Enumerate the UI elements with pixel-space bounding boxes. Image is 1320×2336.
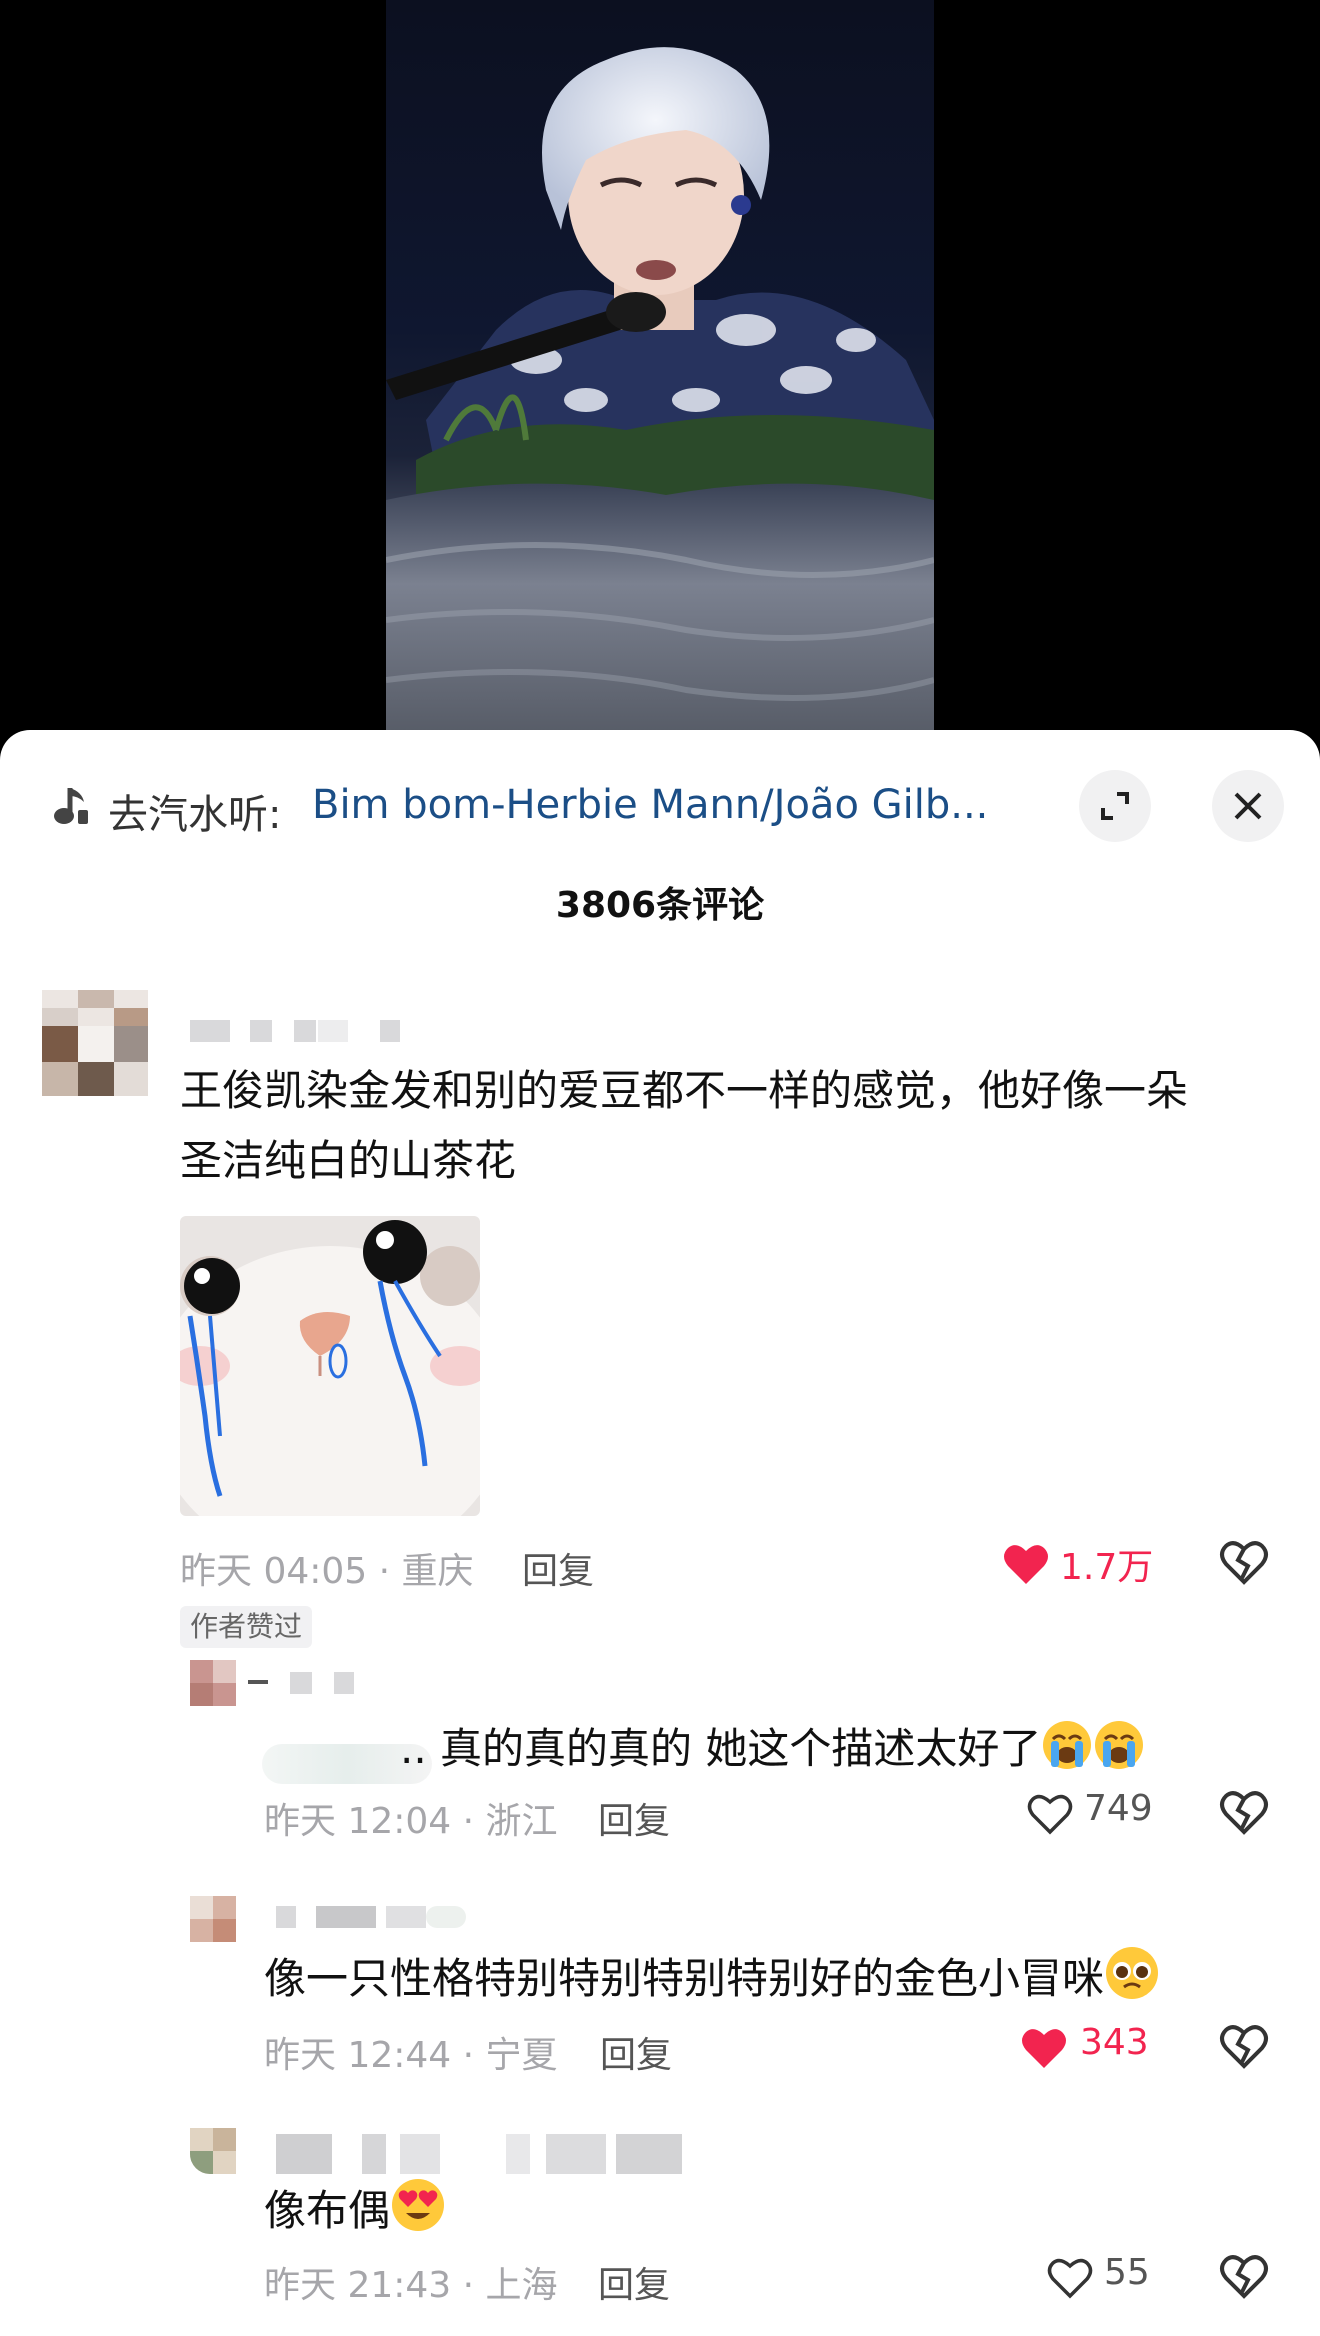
loudly-crying-emoji <box>1093 1719 1145 1792</box>
username-blurred[interactable] <box>248 1672 354 1694</box>
like-count: 55 <box>1104 2252 1150 2293</box>
reply-meta: 昨天 21:43 · 上海 <box>264 2265 558 2306</box>
dislike-button[interactable] <box>1218 1788 1270 1840</box>
heart-filled-icon <box>1004 1545 1048 1584</box>
reply-text-content: 像布偶 <box>264 2186 391 2235</box>
reply-text-content: 像一只性格特别特别特别特别好的金色小冒咪 <box>264 1954 1105 2003</box>
video-frame <box>386 0 934 735</box>
avatar[interactable] <box>190 1660 236 1706</box>
username-blurred[interactable] <box>276 1906 476 1928</box>
reply-button[interactable]: 回复 <box>600 2026 672 2078</box>
comment-text-line2: 圣洁纯白的山茶花 <box>180 1136 517 1185</box>
video-player[interactable] <box>0 0 1320 760</box>
crying-cat-image <box>180 1216 480 1516</box>
reply-button[interactable]: 回复 <box>598 1792 670 1844</box>
heart-outline-icon <box>1027 1794 1073 1835</box>
reply-meta: 昨天 12:44 · 宁夏 <box>264 2035 558 2076</box>
loudly-crying-emoji <box>1041 1719 1093 1792</box>
like-count: 1.7万 <box>1060 1547 1154 1588</box>
reply-button[interactable]: 回复 <box>598 2256 670 2308</box>
comment-item: 王俊凯染金发和别的爱豆都不一样的感觉，他好像一朵 圣洁纯白的山茶花 昨天 04:… <box>0 990 1320 1648</box>
like-button[interactable]: 749 <box>1026 1788 1176 1840</box>
username-blurred[interactable] <box>276 2134 696 2174</box>
close-icon <box>1234 792 1262 820</box>
music-bar[interactable]: 去汽水听: Bim bom-Herbie Mann/João Gilb... <box>0 766 1320 852</box>
like-button[interactable]: 343 <box>1020 2022 1180 2074</box>
music-prefix: 去汽水听: <box>108 792 282 838</box>
like-button[interactable]: 55 <box>1046 2252 1176 2304</box>
singer-image <box>386 47 934 735</box>
author-liked-badge: 作者赞过 <box>180 1606 313 1648</box>
broken-heart-icon <box>1220 2255 1268 2299</box>
reply-button[interactable]: 回复 <box>522 1542 594 1594</box>
music-title-link[interactable]: Bim bom-Herbie Mann/João Gilb... <box>312 782 1032 828</box>
reply-text: 像布偶 <box>264 2176 446 2254</box>
username-blurred[interactable] <box>190 1020 410 1042</box>
reply-item: 像布偶 昨天 21:43 · 上海 回复 55 <box>0 2128 1320 2336</box>
heart-filled-icon <box>1022 2029 1066 2068</box>
expand-icon <box>1101 792 1129 820</box>
like-count: 343 <box>1080 2022 1149 2063</box>
avatar[interactable] <box>190 2128 236 2174</box>
reply-meta: 昨天 12:04 · 浙江 <box>264 1801 558 1842</box>
comment-meta: 昨天 04:05 · 重庆 <box>180 1551 474 1592</box>
broken-heart-icon <box>1220 1791 1268 1835</box>
dislike-button[interactable] <box>1218 2252 1270 2304</box>
pleading-face-emoji <box>1104 1945 1160 2022</box>
reply-item: 像一只性格特别特别特别特别好的金色小冒咪 昨天 12:44 · 宁夏 回复 34… <box>0 1896 1320 2116</box>
comment-sheet: 去汽水听: Bim bom-Herbie Mann/João Gilb... 3… <box>0 730 1320 2336</box>
broken-heart-icon <box>1220 2025 1268 2069</box>
reply-text-content: .. 真的真的真的 她这个描述太好了 <box>400 1724 1042 1773</box>
like-button[interactable]: 1.7万 <box>1002 1538 1182 1590</box>
reply-item: .. 真的真的真的 她这个描述太好了 昨天 12:04 · 浙江 回复 749 <box>0 1660 1320 1880</box>
reply-text: .. 真的真的真的 她这个描述太好了 <box>400 1714 1145 1792</box>
comment-text-line1: 王俊凯染金发和别的爱豆都不一样的感觉，他好像一朵 <box>180 1066 1189 1115</box>
expand-button[interactable] <box>1079 770 1151 842</box>
comment-count: 3806条评论 <box>555 885 765 926</box>
comment-image[interactable] <box>180 1216 480 1516</box>
heart-outline-icon <box>1047 2258 1093 2299</box>
dislike-button[interactable] <box>1218 1538 1270 1590</box>
close-button[interactable] <box>1212 770 1284 842</box>
music-note-icon <box>52 784 92 830</box>
avatar[interactable] <box>42 990 148 1096</box>
heart-eyes-emoji <box>390 2177 446 2254</box>
reply-text: 像一只性格特别特别特别特别好的金色小冒咪 <box>264 1944 1160 2022</box>
like-count: 749 <box>1084 1788 1153 1829</box>
broken-heart-icon <box>1220 1541 1268 1585</box>
dislike-button[interactable] <box>1218 2022 1270 2074</box>
avatar[interactable] <box>190 1896 236 1942</box>
